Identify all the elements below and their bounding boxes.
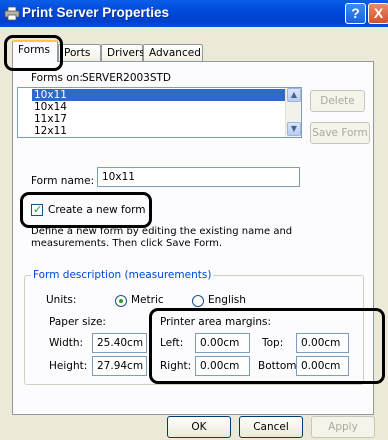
highlight-create-new-form bbox=[20, 192, 152, 228]
paper-size-label: Paper size: bbox=[49, 316, 106, 328]
width-input[interactable]: 25.40cm bbox=[92, 333, 147, 353]
list-item-selected[interactable]: 10x11 bbox=[32, 89, 288, 101]
forms-listbox[interactable]: 10x11 10x14 11x17 12x11 ▲ ▼ bbox=[17, 87, 302, 138]
title-bar[interactable]: Print Server Properties ? X bbox=[0, 0, 388, 27]
listbox-scrollbar[interactable]: ▲ ▼ bbox=[285, 88, 301, 137]
help-icon: ? bbox=[351, 5, 360, 21]
form-name-label: Form name: bbox=[31, 175, 95, 187]
window-title: Print Server Properties bbox=[22, 5, 170, 20]
form-instructions: Define a new form by editing the existin… bbox=[31, 226, 293, 249]
tab-ports[interactable]: Ports bbox=[58, 44, 101, 62]
english-radio[interactable] bbox=[192, 295, 204, 307]
tab-drivers[interactable]: Drivers bbox=[101, 44, 145, 62]
help-button[interactable]: ? bbox=[345, 3, 366, 24]
metric-label[interactable]: Metric bbox=[131, 294, 164, 306]
cancel-button[interactable]: Cancel bbox=[239, 416, 303, 438]
highlight-printer-margins bbox=[149, 308, 385, 384]
height-label: Height: bbox=[49, 360, 88, 372]
save-form-button[interactable]: Save Form bbox=[310, 122, 370, 144]
print-server-properties-dialog: Print Server Properties ? X Forms Ports … bbox=[0, 0, 388, 440]
list-item[interactable]: 10x14 bbox=[32, 101, 69, 113]
ok-button[interactable]: OK bbox=[167, 416, 231, 438]
height-input[interactable]: 27.94cm bbox=[92, 356, 147, 376]
radio-selected-icon bbox=[119, 299, 123, 303]
scroll-down-icon[interactable]: ▼ bbox=[287, 122, 301, 136]
form-name-input[interactable]: 10x11 bbox=[97, 167, 300, 187]
scroll-up-icon[interactable]: ▲ bbox=[287, 88, 301, 102]
printer-icon bbox=[4, 6, 20, 21]
server-name: SERVER2003STD bbox=[82, 72, 172, 84]
tab-advanced[interactable]: Advanced bbox=[143, 44, 203, 62]
list-item[interactable]: 12x11 bbox=[32, 125, 69, 137]
width-label: Width: bbox=[49, 337, 84, 349]
forms-on-label: Forms on: bbox=[31, 72, 83, 84]
list-item[interactable]: 11x17 bbox=[32, 113, 69, 125]
tab-forms[interactable]: Forms bbox=[12, 40, 58, 62]
close-icon: X bbox=[373, 5, 384, 21]
group-title: Form description (measurements) bbox=[31, 269, 214, 281]
apply-button[interactable]: Apply bbox=[311, 416, 375, 438]
english-label[interactable]: English bbox=[208, 294, 246, 306]
units-label: Units: bbox=[46, 294, 77, 306]
delete-button[interactable]: Delete bbox=[310, 90, 365, 112]
metric-radio[interactable] bbox=[115, 295, 127, 307]
close-button[interactable]: X bbox=[368, 3, 388, 24]
